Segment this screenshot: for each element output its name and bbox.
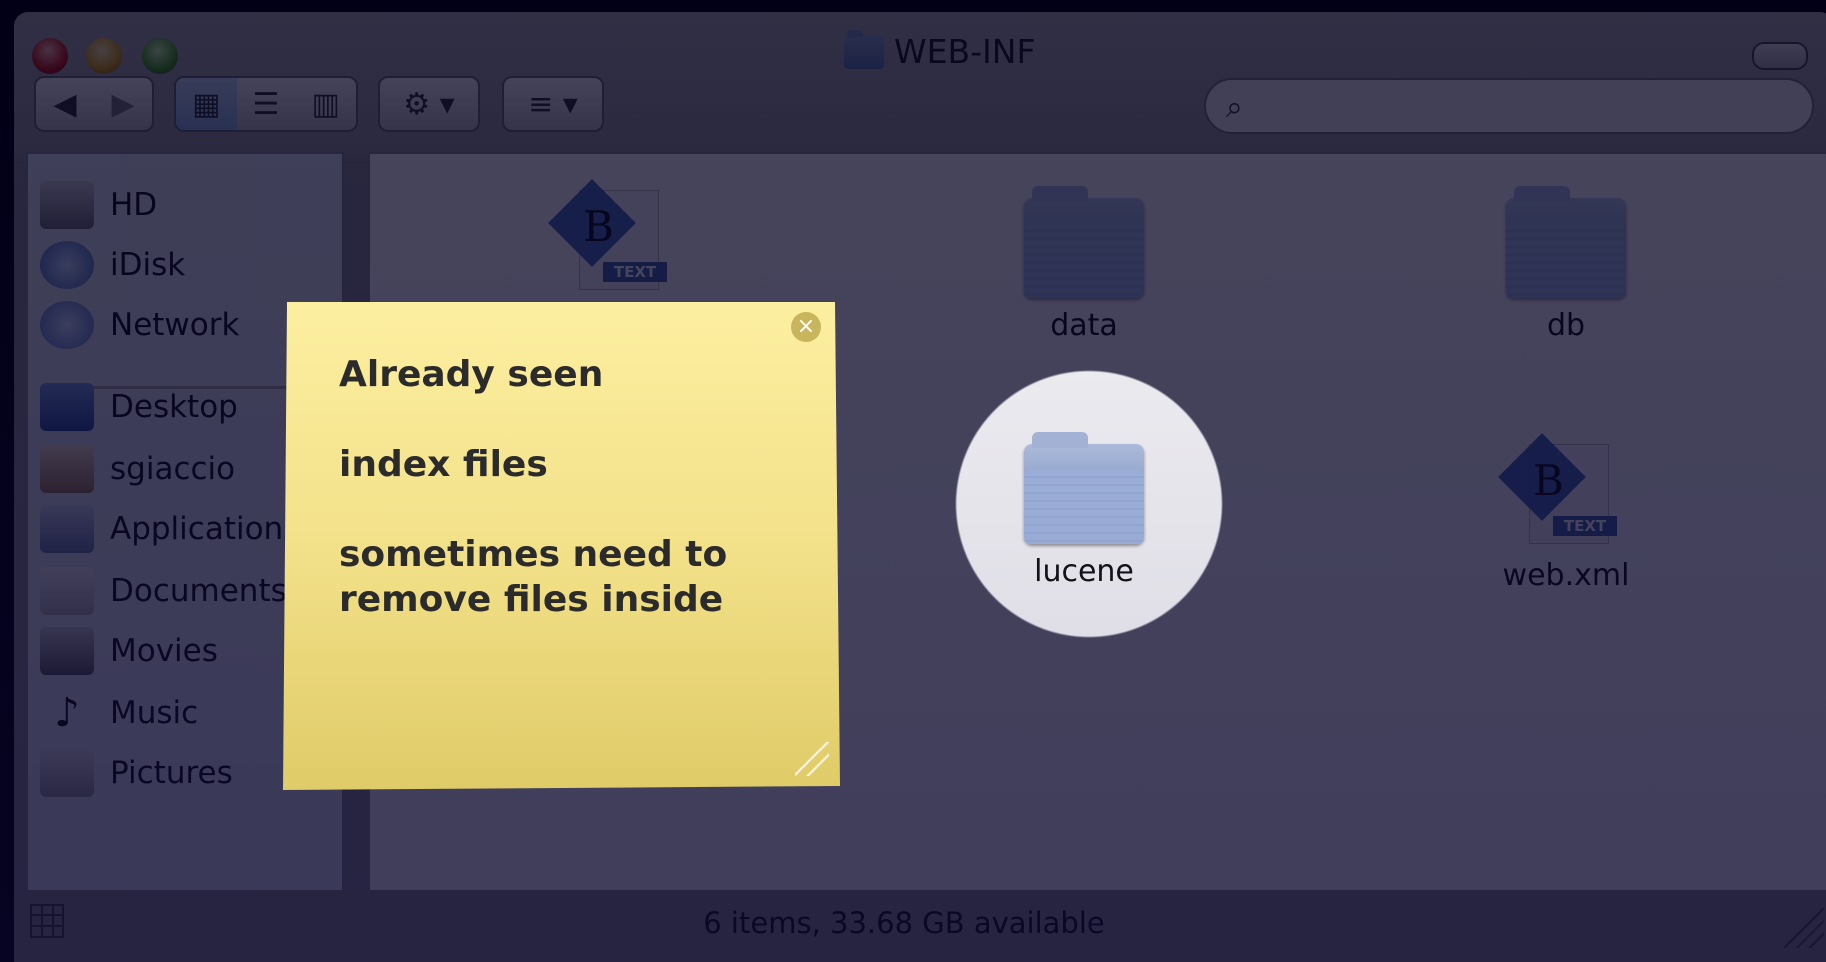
sidebar-item-label: Applications — [110, 511, 300, 547]
sidebar-item-label: HD — [110, 187, 158, 223]
file-label: web.xml — [1502, 558, 1630, 593]
desktop-icon — [40, 383, 94, 431]
close-window-button[interactable] — [32, 38, 68, 74]
network-icon — [40, 301, 94, 349]
applications-icon — [40, 505, 94, 553]
view-mode-control: ▦ ☰ ▥ — [174, 76, 358, 132]
icon-view-button[interactable]: ▦ — [176, 78, 237, 130]
sidebar-item-label: Network — [110, 307, 240, 343]
file-item[interactable]: B TEXT — [506, 179, 726, 304]
sidebar-item-hd[interactable]: HD — [40, 178, 157, 232]
text-badge: TEXT — [603, 262, 667, 282]
folder-item-data[interactable]: data — [974, 186, 1194, 343]
action-menu-button[interactable]: ⚙ ▾ — [378, 76, 480, 132]
status-text: 6 items, 33.68 GB available — [703, 906, 1105, 940]
sidebar-item-music[interactable]: ♪ Music — [40, 686, 198, 740]
sidebar-item-home[interactable]: sgiaccio — [40, 442, 235, 496]
window-title-text: WEB-INF — [894, 32, 1036, 71]
hard-drive-icon — [40, 181, 94, 229]
search-input[interactable]: ⌕ — [1204, 78, 1814, 134]
list-view-button[interactable]: ☰ — [237, 78, 296, 130]
resize-grip-icon[interactable] — [1784, 908, 1824, 948]
close-icon[interactable]: × — [791, 312, 821, 342]
folder-icon — [1024, 186, 1144, 298]
search-icon: ⌕ — [1226, 90, 1243, 125]
arrange-icon: ≡ ▾ — [528, 86, 578, 122]
file-label: data — [1050, 308, 1118, 343]
sidebar-item-label: iDisk — [110, 247, 186, 283]
back-arrow-icon: ◀ — [53, 86, 77, 122]
sidebar-item-idisk[interactable]: iDisk — [40, 238, 185, 292]
file-label: db — [1546, 308, 1586, 343]
note-line: index files — [339, 444, 548, 485]
sidebar-item-desktop[interactable]: Desktop — [40, 380, 238, 434]
folder-icon — [1506, 186, 1626, 298]
sticky-note[interactable]: × Already seen index files sometimes nee… — [283, 302, 840, 790]
toolbar-toggle-button[interactable] — [1752, 42, 1808, 70]
sidebar-item-applications[interactable]: Applications — [40, 502, 299, 556]
window-title: WEB-INF — [844, 29, 1036, 71]
forward-button[interactable]: ▶ — [94, 78, 152, 130]
pictures-icon — [40, 749, 94, 797]
sticky-note-text: Already seen index files sometimes need … — [339, 352, 809, 667]
xml-file-icon: B TEXT — [548, 179, 671, 294]
sidebar-item-label: Movies — [110, 633, 218, 669]
xml-file-icon: B TEXT — [1498, 433, 1621, 548]
text-badge: TEXT — [1553, 516, 1617, 536]
back-button[interactable]: ◀ — [36, 78, 94, 130]
sidebar-item-label: Pictures — [110, 755, 233, 791]
documents-icon — [40, 567, 94, 615]
status-bar: 6 items, 33.68 GB available — [14, 894, 1826, 962]
icon-view-icon: ▦ — [192, 86, 221, 122]
sidebar-item-pictures[interactable]: Pictures — [40, 746, 233, 800]
list-view-icon: ☰ — [252, 86, 280, 122]
sidebar-item-label: sgiaccio — [110, 451, 236, 487]
music-icon: ♪ — [54, 690, 80, 736]
minimize-window-button[interactable] — [86, 38, 122, 74]
sidebar-item-movies[interactable]: Movies — [40, 624, 218, 678]
file-item-web-xml[interactable]: B TEXT web.xml — [1456, 433, 1676, 593]
zoom-window-button[interactable] — [142, 38, 178, 74]
gear-icon: ⚙ ▾ — [403, 86, 455, 122]
back-forward-control: ◀ ▶ — [34, 76, 154, 132]
file-label: lucene — [1034, 554, 1134, 589]
arrange-menu-button[interactable]: ≡ ▾ — [502, 76, 604, 132]
column-view-icon: ▥ — [311, 86, 340, 122]
folder-icon — [1024, 432, 1144, 544]
sidebar-item-network[interactable]: Network — [40, 298, 239, 352]
note-line: sometimes need to remove files inside — [339, 534, 728, 620]
folder-item-lucene[interactable]: lucene — [974, 432, 1194, 589]
sidebar-item-documents[interactable]: Documents — [40, 564, 287, 618]
column-view-button[interactable]: ▥ — [295, 78, 356, 130]
folder-item-db[interactable]: db — [1456, 186, 1676, 343]
screen: WEB-INF ◀ ▶ ▦ ☰ ▥ ⚙ ▾ ≡ ▾ ⌕ HD iDisk Net… — [0, 0, 1826, 962]
sidebar-item-label: Documents — [110, 573, 287, 609]
home-icon — [40, 445, 94, 493]
sidebar-item-label: Desktop — [110, 389, 238, 425]
movies-icon — [40, 627, 94, 675]
note-line: Already seen — [339, 354, 604, 395]
folder-icon — [844, 29, 884, 69]
sidebar-item-label: Music — [110, 695, 199, 731]
idisk-icon — [40, 241, 94, 289]
resize-grip-icon[interactable] — [795, 742, 829, 776]
forward-arrow-icon: ▶ — [111, 86, 135, 122]
